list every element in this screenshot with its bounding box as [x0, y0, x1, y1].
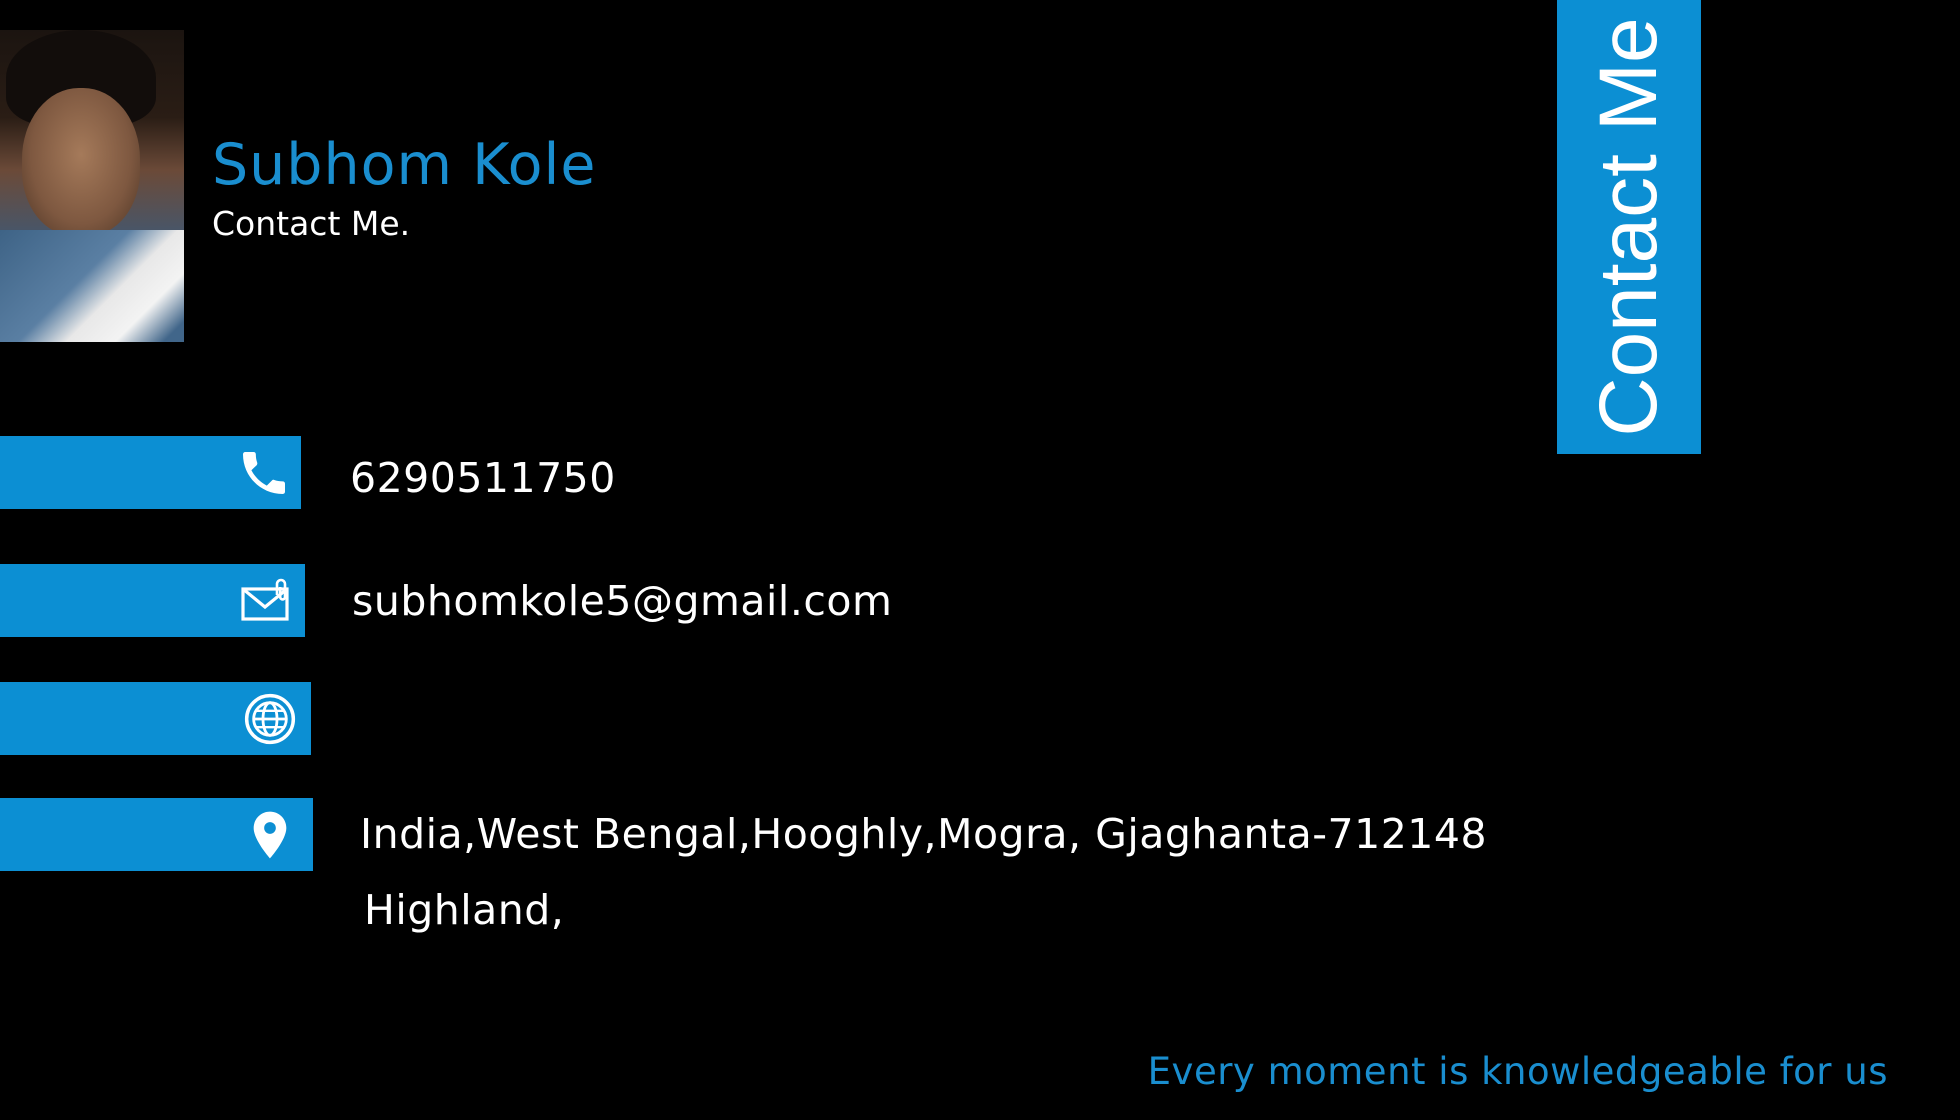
- mail-icon: [237, 571, 297, 631]
- profile-name: Subhom Kole: [212, 132, 597, 198]
- website-bar: [0, 682, 311, 755]
- contact-me-banner: Contact Me: [1557, 0, 1701, 454]
- email-bar: [0, 564, 305, 637]
- footer-tagline: Every moment is knowledgeable for us: [1147, 1050, 1888, 1093]
- profile-photo: [0, 30, 184, 342]
- profile-subtitle: Contact Me.: [212, 204, 411, 243]
- address-line-2: Highland,: [364, 886, 565, 934]
- email-address[interactable]: subhomkole5@gmail.com: [352, 577, 892, 625]
- phone-bar: [0, 436, 301, 509]
- phone-number[interactable]: 6290511750: [350, 454, 616, 502]
- location-pin-icon: [240, 805, 300, 865]
- address-line-1: India,West Bengal,Hooghly,Mogra, Gjaghan…: [360, 810, 1488, 858]
- phone-icon: [234, 443, 294, 503]
- photo-shirt: [0, 230, 184, 342]
- photo-face: [22, 88, 140, 236]
- globe-icon: [240, 689, 300, 749]
- banner-text: Contact Me: [1583, 17, 1674, 437]
- address-bar: [0, 798, 313, 871]
